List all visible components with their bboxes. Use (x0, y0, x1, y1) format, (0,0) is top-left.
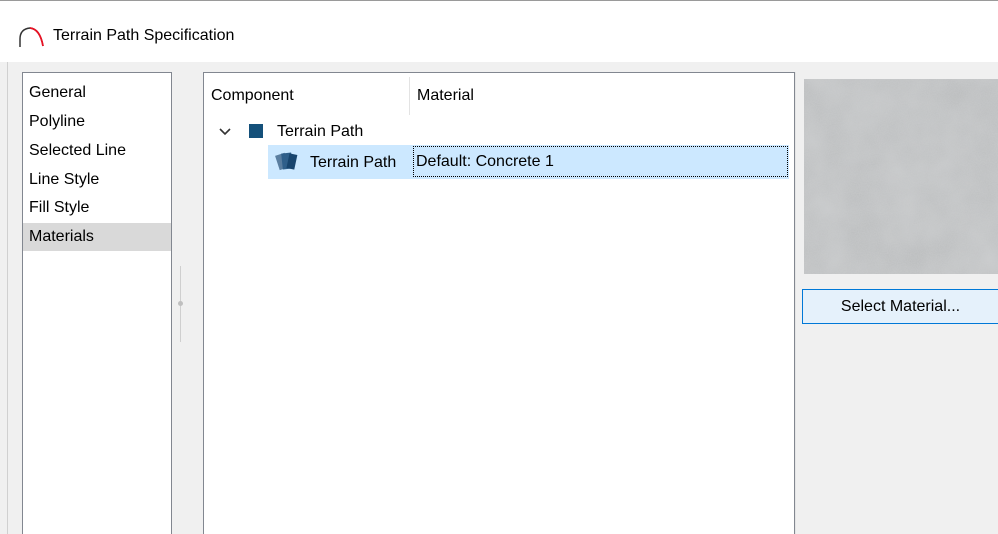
category-list[interactable]: General Polyline Selected Line Line Styl… (22, 72, 172, 534)
material-cell[interactable]: Default: Concrete 1 (413, 146, 788, 177)
title-bar: Terrain Path Specification (0, 0, 998, 62)
tree-node-parent-label[interactable]: Terrain Path (277, 122, 363, 142)
nav-item-materials[interactable]: Materials (23, 223, 171, 251)
nav-item-selected-line[interactable]: Selected Line (23, 137, 171, 165)
tree-node-child-label[interactable]: Terrain Path (310, 153, 396, 173)
nav-item-general[interactable]: General (23, 79, 171, 107)
concrete-texture-image (804, 79, 998, 274)
dialog-left-border (7, 62, 8, 534)
blue-square-icon (249, 124, 263, 138)
chevron-down-icon[interactable] (218, 125, 232, 139)
select-material-button[interactable]: Select Material... (802, 289, 998, 324)
arc-tool-icon (18, 26, 46, 48)
column-header-component[interactable]: Component (204, 73, 409, 116)
materials-tree[interactable]: Component Material Terrain Path Terrain … (203, 72, 795, 534)
nav-item-polyline[interactable]: Polyline (23, 108, 171, 136)
material-swatch-icon (275, 151, 299, 173)
nav-item-fill-style[interactable]: Fill Style (23, 194, 171, 222)
splitter-grip[interactable] (178, 301, 183, 306)
panel-divider (795, 72, 796, 534)
window-title: Terrain Path Specification (53, 27, 235, 44)
window-top-border (0, 0, 998, 1)
column-header-material[interactable]: Material (410, 73, 790, 116)
material-preview (804, 79, 998, 274)
nav-item-line-style[interactable]: Line Style (23, 166, 171, 194)
